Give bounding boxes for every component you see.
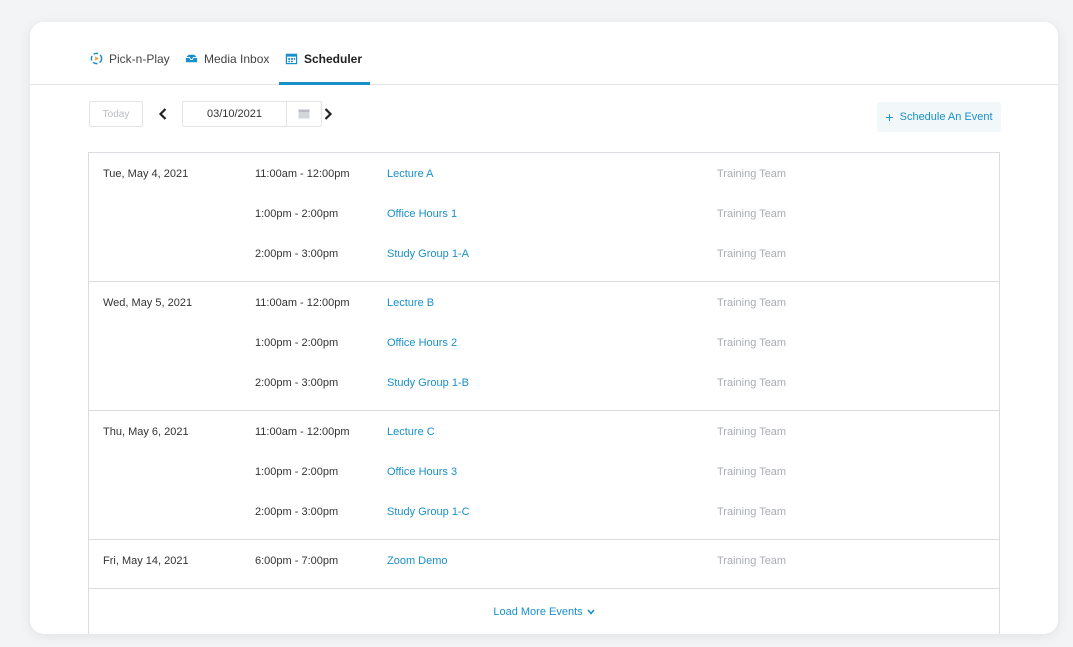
- plus-icon: +: [885, 109, 894, 125]
- tab-bar: Pick-n-Play Media Inbox Scheduler: [30, 22, 1058, 85]
- load-more-label: Load More Events: [493, 606, 583, 618]
- event-time: 11:00am - 12:00pm: [255, 297, 350, 309]
- today-button[interactable]: Today: [89, 101, 143, 127]
- scheduler-card: Pick-n-Play Media Inbox Scheduler Today: [30, 22, 1058, 634]
- event-team: Training Team: [717, 248, 787, 260]
- event-row: 1:00pm - 2:00pm Office Hours 2 Training …: [89, 322, 999, 362]
- event-team: Training Team: [717, 466, 787, 478]
- event-time: 2:00pm - 3:00pm: [255, 506, 339, 518]
- event-time: 1:00pm - 2:00pm: [255, 208, 339, 220]
- active-tab-indicator: [279, 82, 371, 85]
- event-time: 1:00pm - 2:00pm: [255, 466, 339, 478]
- tab-pick-n-play[interactable]: Pick-n-Play: [90, 52, 170, 84]
- tab-media-inbox[interactable]: Media Inbox: [185, 52, 269, 84]
- event-date: Tue, May 4, 2021: [103, 168, 189, 180]
- event-team: Training Team: [717, 377, 787, 389]
- date-input[interactable]: 03/10/2021: [183, 108, 286, 120]
- event-time: 2:00pm - 3:00pm: [255, 248, 339, 260]
- event-link[interactable]: Office Hours 2: [387, 337, 457, 349]
- event-link[interactable]: Office Hours 3: [387, 466, 457, 478]
- event-row: 1:00pm - 2:00pm Office Hours 1 Training …: [89, 193, 999, 233]
- event-link[interactable]: Study Group 1-A: [387, 248, 469, 260]
- event-time: 1:00pm - 2:00pm: [255, 337, 339, 349]
- event-link[interactable]: Lecture B: [387, 297, 434, 309]
- event-time: 11:00am - 12:00pm: [255, 426, 350, 438]
- event-time: 2:00pm - 3:00pm: [255, 377, 339, 389]
- chevron-left-icon: [158, 108, 167, 120]
- event-team: Training Team: [717, 506, 787, 518]
- event-link[interactable]: Zoom Demo: [387, 555, 448, 567]
- previous-date-button[interactable]: [155, 102, 171, 126]
- event-team: Training Team: [717, 555, 787, 567]
- event-link[interactable]: Study Group 1-B: [387, 377, 469, 389]
- event-time: 11:00am - 12:00pm: [255, 168, 350, 180]
- day-group: Thu, May 6, 2021 11:00am - 12:00pm Lectu…: [89, 411, 999, 540]
- tab-label: Scheduler: [304, 52, 363, 66]
- tab-label: Pick-n-Play: [109, 52, 170, 66]
- event-team: Training Team: [717, 297, 787, 309]
- event-row: 1:00pm - 2:00pm Office Hours 3 Training …: [89, 451, 999, 491]
- event-time: 6:00pm - 7:00pm: [255, 555, 339, 567]
- event-row: Thu, May 6, 2021 11:00am - 12:00pm Lectu…: [89, 411, 999, 451]
- event-date: Wed, May 5, 2021: [103, 297, 193, 309]
- event-row: 2:00pm - 3:00pm Study Group 1-C Training…: [89, 491, 999, 531]
- load-more-button[interactable]: Load More Events: [89, 589, 999, 634]
- event-link[interactable]: Lecture C: [387, 426, 435, 438]
- event-row: Fri, May 14, 2021 6:00pm - 7:00pm Zoom D…: [89, 540, 999, 580]
- date-picker[interactable]: 03/10/2021: [182, 101, 322, 127]
- event-date: Thu, May 6, 2021: [103, 426, 189, 438]
- event-team: Training Team: [717, 337, 787, 349]
- calendar-icon: [285, 53, 298, 65]
- date-picker-button[interactable]: [286, 102, 321, 126]
- event-row: Tue, May 4, 2021 11:00am - 12:00pm Lectu…: [89, 153, 999, 193]
- event-team: Training Team: [717, 168, 787, 180]
- next-date-button[interactable]: [320, 102, 336, 126]
- event-date: Fri, May 14, 2021: [103, 555, 189, 567]
- pick-n-play-icon: [90, 52, 103, 65]
- event-row: 2:00pm - 3:00pm Study Group 1-A Training…: [89, 233, 999, 273]
- tab-label: Media Inbox: [204, 52, 270, 66]
- event-link[interactable]: Lecture A: [387, 168, 433, 180]
- event-row: 2:00pm - 3:00pm Study Group 1-B Training…: [89, 362, 999, 402]
- event-team: Training Team: [717, 426, 787, 438]
- day-group: Wed, May 5, 2021 11:00am - 12:00pm Lectu…: [89, 282, 999, 411]
- event-row: Wed, May 5, 2021 11:00am - 12:00pm Lectu…: [89, 282, 999, 322]
- calendar-icon: [298, 109, 310, 119]
- inbox-icon: [185, 54, 198, 63]
- events-list: Tue, May 4, 2021 11:00am - 12:00pm Lectu…: [88, 152, 1000, 634]
- day-group: Tue, May 4, 2021 11:00am - 12:00pm Lectu…: [89, 153, 999, 282]
- event-link[interactable]: Study Group 1-C: [387, 506, 470, 518]
- schedule-event-label: Schedule An Event: [899, 111, 993, 123]
- tab-scheduler[interactable]: Scheduler: [279, 52, 371, 85]
- schedule-event-button[interactable]: + Schedule An Event: [877, 102, 1001, 132]
- day-group: Fri, May 14, 2021 6:00pm - 7:00pm Zoom D…: [89, 540, 999, 589]
- chevron-down-icon: [587, 609, 595, 615]
- event-team: Training Team: [717, 208, 787, 220]
- chevron-right-icon: [324, 108, 333, 120]
- event-link[interactable]: Office Hours 1: [387, 208, 457, 220]
